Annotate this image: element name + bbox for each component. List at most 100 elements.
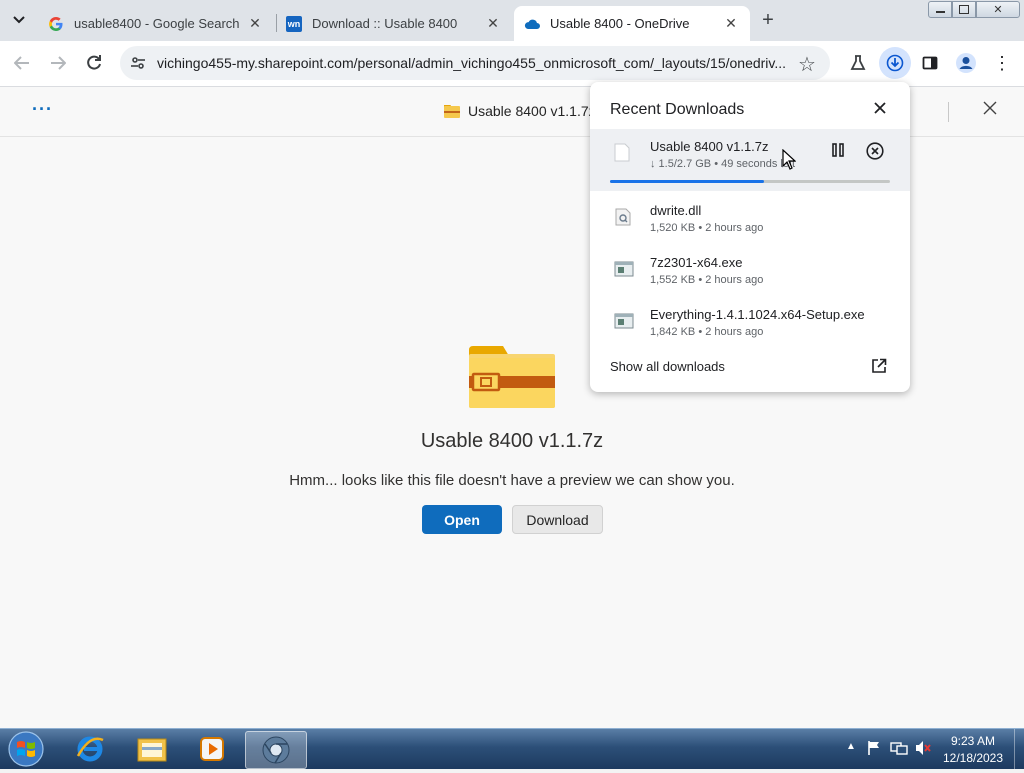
tab-onedrive[interactable]: Usable 8400 - OneDrive ✕ [514, 6, 750, 41]
tab-title: usable8400 - Google Search [74, 16, 240, 31]
tab-strip: usable8400 - Google Search ✕ wn Download… [0, 0, 1024, 41]
downloads-bubble: Recent Downloads Usable 8400 v1.1.7z ↓ 1… [590, 82, 910, 392]
blank-file-icon [614, 143, 633, 162]
download-meta: 1,842 KB • 2 hours ago [650, 326, 764, 338]
media-player-icon [200, 737, 224, 761]
labs-button[interactable] [844, 49, 872, 77]
minimize-button[interactable] [928, 1, 952, 18]
profile-button[interactable] [952, 49, 980, 77]
minimize-icon [935, 11, 945, 13]
taskbar-media-player[interactable] [184, 731, 240, 767]
arrow-right-icon [51, 56, 66, 70]
show-all-downloads-link[interactable]: Show all downloads [610, 359, 725, 374]
open-button[interactable]: Open [422, 505, 502, 534]
download-file-name: Usable 8400 v1.1.7z [650, 139, 769, 154]
file-name-header: Usable 8400 v1.1.7z [468, 103, 596, 119]
download-meta: 1,552 KB • 2 hours ago [650, 274, 764, 286]
tab-search-button[interactable] [8, 9, 30, 31]
windows-taskbar: ▲ 9:23 AM 12/18/2023 [0, 728, 1024, 769]
show-desktop-button[interactable] [1014, 729, 1024, 769]
wn-icon: wn [286, 15, 302, 32]
taskbar-explorer[interactable] [124, 731, 180, 767]
pause-download-button[interactable] [830, 143, 846, 162]
dll-file-icon [614, 208, 633, 227]
cancel-circle-icon [866, 142, 884, 160]
reload-icon [87, 55, 101, 70]
show-hidden-icons-icon[interactable]: ▲ [846, 741, 856, 752]
download-meta: 1,520 KB • 2 hours ago [650, 222, 764, 234]
reload-button[interactable] [80, 49, 108, 77]
address-bar[interactable]: vichingo455-my.sharepoint.com/personal/a… [120, 46, 830, 80]
close-viewer-button[interactable] [983, 101, 997, 120]
menu-button[interactable]: ⋮ [988, 49, 1016, 77]
side-panel-icon [922, 56, 938, 70]
close-icon [874, 102, 886, 114]
restore-button[interactable] [952, 1, 976, 18]
exe-file-icon [614, 312, 634, 331]
taskbar-ie[interactable] [62, 731, 118, 767]
pause-icon [832, 143, 844, 157]
onedrive-icon [524, 16, 540, 32]
tab-close-icon[interactable]: ✕ [484, 15, 502, 33]
clock-date[interactable]: 12/18/2023 [936, 751, 1010, 765]
downloads-button[interactable] [879, 47, 911, 79]
tab-google-search[interactable]: usable8400 - Google Search ✕ [38, 6, 274, 41]
network-icon[interactable] [890, 740, 908, 761]
download-item[interactable]: 7z2301-x64.exe 1,552 KB • 2 hours ago [590, 248, 910, 296]
tab-close-icon[interactable]: ✕ [722, 15, 740, 33]
site-settings-icon[interactable] [130, 55, 146, 76]
avatar-icon [956, 53, 976, 73]
download-item-active[interactable]: Usable 8400 v1.1.7z ↓ 1.5/2.7 GB • 49 se… [590, 129, 910, 191]
back-button[interactable] [8, 49, 36, 77]
new-tab-button[interactable]: + [756, 9, 780, 31]
file-folder-icon [444, 105, 460, 123]
header-divider [948, 102, 949, 122]
close-icon [983, 101, 997, 115]
clock-time[interactable]: 9:23 AM [936, 734, 1010, 748]
google-icon [48, 16, 64, 32]
preview-file-name: Usable 8400 v1.1.7z [420, 430, 604, 452]
download-file-name: dwrite.dll [650, 203, 702, 218]
tab-download-usable[interactable]: wn Download :: Usable 8400 ✕ [276, 6, 512, 41]
flask-icon [850, 55, 866, 70]
action-center-flag-icon[interactable] [866, 740, 882, 761]
tab-close-icon[interactable]: ✕ [246, 15, 264, 33]
cancel-download-button[interactable] [866, 142, 884, 165]
file-explorer-icon [137, 738, 167, 762]
chevron-down-icon [13, 16, 25, 24]
tab-title: Download :: Usable 8400 [312, 16, 458, 31]
more-options-button[interactable]: ··· [32, 99, 53, 120]
start-button[interactable] [6, 730, 46, 768]
download-button[interactable]: Download [512, 505, 603, 534]
download-progress-track [610, 180, 890, 183]
arrow-left-icon [14, 56, 29, 70]
tab-title: Usable 8400 - OneDrive [550, 16, 690, 31]
close-downloads-button[interactable] [874, 101, 886, 119]
mouse-cursor-icon [782, 148, 797, 176]
side-panel-button[interactable] [916, 49, 944, 77]
window-close-button[interactable]: ✕ [976, 1, 1020, 18]
download-progress-fill [610, 180, 764, 183]
download-status: ↓ 1.5/2.7 GB • 49 seconds left [650, 158, 795, 170]
download-file-name: 7z2301-x64.exe [650, 255, 743, 270]
plus-icon: + [762, 8, 774, 31]
forward-button[interactable] [44, 49, 72, 77]
browser-toolbar: vichingo455-my.sharepoint.com/personal/a… [0, 41, 1024, 87]
zip-folder-icon [469, 346, 555, 413]
download-icon [886, 54, 904, 72]
bookmark-star-icon[interactable]: ☆ [798, 52, 816, 77]
download-item[interactable]: dwrite.dll 1,520 KB • 2 hours ago [590, 196, 910, 244]
internet-explorer-icon [76, 736, 104, 762]
close-icon: ✕ [993, 4, 1003, 16]
url-text: vichingo455-my.sharepoint.com/personal/a… [157, 55, 787, 71]
taskbar-chrome[interactable] [245, 731, 307, 769]
downloads-title: Recent Downloads [610, 101, 745, 118]
exe-file-icon [614, 260, 634, 279]
chrome-icon [262, 736, 290, 764]
volume-muted-icon[interactable] [914, 740, 932, 761]
kebab-menu-icon: ⋮ [993, 52, 1011, 73]
download-item[interactable]: Everything-1.4.1.1024.x64-Setup.exe 1,84… [590, 300, 910, 348]
no-preview-message: Hmm... looks like this file doesn't have… [289, 472, 735, 489]
open-external-icon[interactable] [871, 358, 887, 379]
download-file-name: Everything-1.4.1.1024.x64-Setup.exe [650, 307, 865, 322]
